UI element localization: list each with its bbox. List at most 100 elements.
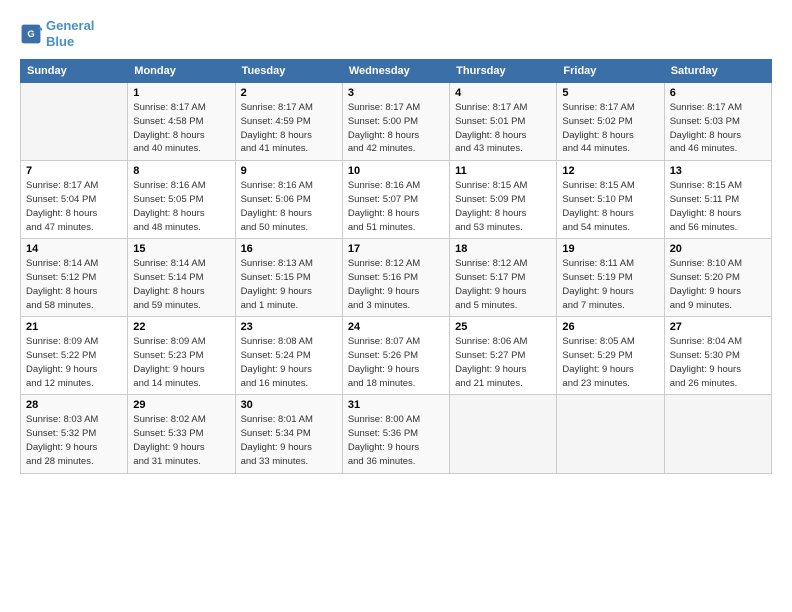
day-info: Sunrise: 8:09 AMSunset: 5:22 PMDaylight:… [26,335,122,390]
calendar-cell: 29 Sunrise: 8:02 AMSunset: 5:33 PMDayligh… [128,395,235,473]
calendar-cell: 7 Sunrise: 8:17 AMSunset: 5:04 PMDaylight… [21,161,128,239]
calendar-cell: 8 Sunrise: 8:16 AMSunset: 5:05 PMDaylight… [128,161,235,239]
day-number: 18 [455,243,551,255]
calendar-cell: 28 Sunrise: 8:03 AMSunset: 5:32 PMDayligh… [21,395,128,473]
day-number: 27 [670,321,766,333]
day-number: 15 [133,243,229,255]
calendar-cell: 13Sunrise: 8:15 AMSunset: 5:11 PMDayligh… [664,161,771,239]
page-header: G General Blue [20,18,772,49]
day-info: Sunrise: 8:16 AMSunset: 5:07 PMDaylight:… [348,179,444,234]
calendar-cell: 1 Sunrise: 8:17 AMSunset: 4:58 PMDaylight… [128,83,235,161]
col-header-saturday: Saturday [664,60,771,83]
calendar-table: SundayMondayTuesdayWednesdayThursdayFrid… [20,59,772,473]
day-number: 23 [241,321,337,333]
day-info: Sunrise: 8:06 AMSunset: 5:27 PMDaylight:… [455,335,551,390]
calendar-cell: 10 Sunrise: 8:16 AMSunset: 5:07 PMDayligh… [342,161,449,239]
day-number: 22 [133,321,229,333]
day-info: Sunrise: 8:16 AMSunset: 5:06 PMDaylight:… [241,179,337,234]
day-info: Sunrise: 8:17 AMSunset: 4:59 PMDaylight:… [241,101,337,156]
day-number: 4 [455,87,551,99]
day-number: 31 [348,399,444,411]
day-number: 19 [562,243,658,255]
calendar-cell: 3 Sunrise: 8:17 AMSunset: 5:00 PMDaylight… [342,83,449,161]
col-header-thursday: Thursday [450,60,557,83]
day-number: 2 [241,87,337,99]
day-number: 16 [241,243,337,255]
day-number: 1 [133,87,229,99]
day-number: 3 [348,87,444,99]
day-info: Sunrise: 8:17 AMSunset: 5:03 PMDaylight:… [670,101,766,156]
day-number: 5 [562,87,658,99]
day-number: 20 [670,243,766,255]
day-info: Sunrise: 8:01 AMSunset: 5:34 PMDaylight:… [241,413,337,468]
day-info: Sunrise: 8:14 AMSunset: 5:14 PMDaylight:… [133,257,229,312]
calendar-cell [21,83,128,161]
calendar-cell: 14 Sunrise: 8:14 AMSunset: 5:12 PMDayligh… [21,239,128,317]
day-info: Sunrise: 8:03 AMSunset: 5:32 PMDaylight:… [26,413,122,468]
day-info: Sunrise: 8:17 AMSunset: 5:04 PMDaylight:… [26,179,122,234]
calendar-cell: 25 Sunrise: 8:06 AMSunset: 5:27 PMDayligh… [450,317,557,395]
day-number: 10 [348,165,444,177]
day-info: Sunrise: 8:17 AMSunset: 5:00 PMDaylight:… [348,101,444,156]
svg-text:G: G [27,28,34,39]
day-info: Sunrise: 8:12 AMSunset: 5:16 PMDaylight:… [348,257,444,312]
day-info: Sunrise: 8:17 AMSunset: 5:01 PMDaylight:… [455,101,551,156]
day-number: 26 [562,321,658,333]
calendar-cell: 17 Sunrise: 8:12 AMSunset: 5:16 PMDayligh… [342,239,449,317]
day-info: Sunrise: 8:17 AMSunset: 4:58 PMDaylight:… [133,101,229,156]
day-number: 29 [133,399,229,411]
calendar-cell: 21 Sunrise: 8:09 AMSunset: 5:22 PMDayligh… [21,317,128,395]
day-info: Sunrise: 8:15 AMSunset: 5:09 PMDaylight:… [455,179,551,234]
day-number: 11 [455,165,551,177]
calendar-cell [557,395,664,473]
calendar-cell: 2 Sunrise: 8:17 AMSunset: 4:59 PMDaylight… [235,83,342,161]
day-info: Sunrise: 8:07 AMSunset: 5:26 PMDaylight:… [348,335,444,390]
calendar-cell: 22 Sunrise: 8:09 AMSunset: 5:23 PMDayligh… [128,317,235,395]
calendar-cell: 31 Sunrise: 8:00 AMSunset: 5:36 PMDayligh… [342,395,449,473]
day-number: 30 [241,399,337,411]
calendar-cell: 9 Sunrise: 8:16 AMSunset: 5:06 PMDaylight… [235,161,342,239]
day-info: Sunrise: 8:08 AMSunset: 5:24 PMDaylight:… [241,335,337,390]
calendar-cell: 26 Sunrise: 8:05 AMSunset: 5:29 PMDayligh… [557,317,664,395]
calendar-cell: 5Sunrise: 8:17 AMSunset: 5:02 PMDaylight… [557,83,664,161]
logo-text: General Blue [46,18,94,49]
calendar-cell: 23 Sunrise: 8:08 AMSunset: 5:24 PMDayligh… [235,317,342,395]
calendar-cell: 19 Sunrise: 8:11 AMSunset: 5:19 PMDayligh… [557,239,664,317]
calendar-cell [450,395,557,473]
day-info: Sunrise: 8:11 AMSunset: 5:19 PMDaylight:… [562,257,658,312]
day-info: Sunrise: 8:05 AMSunset: 5:29 PMDaylight:… [562,335,658,390]
logo: G General Blue [20,18,94,49]
day-number: 12 [562,165,658,177]
day-info: Sunrise: 8:00 AMSunset: 5:36 PMDaylight:… [348,413,444,468]
col-header-tuesday: Tuesday [235,60,342,83]
day-number: 17 [348,243,444,255]
day-info: Sunrise: 8:02 AMSunset: 5:33 PMDaylight:… [133,413,229,468]
day-number: 28 [26,399,122,411]
calendar-cell: 18 Sunrise: 8:12 AMSunset: 5:17 PMDayligh… [450,239,557,317]
calendar-cell: 16Sunrise: 8:13 AMSunset: 5:15 PMDayligh… [235,239,342,317]
col-header-monday: Monday [128,60,235,83]
calendar-cell: 20 Sunrise: 8:10 AMSunset: 5:20 PMDayligh… [664,239,771,317]
calendar-cell: 24 Sunrise: 8:07 AMSunset: 5:26 PMDayligh… [342,317,449,395]
day-number: 8 [133,165,229,177]
day-info: Sunrise: 8:09 AMSunset: 5:23 PMDaylight:… [133,335,229,390]
day-number: 7 [26,165,122,177]
col-header-wednesday: Wednesday [342,60,449,83]
calendar-cell: 12 Sunrise: 8:15 AMSunset: 5:10 PMDayligh… [557,161,664,239]
calendar-cell: 15 Sunrise: 8:14 AMSunset: 5:14 PMDayligh… [128,239,235,317]
calendar-cell: 27Sunrise: 8:04 AMSunset: 5:30 PMDayligh… [664,317,771,395]
day-number: 9 [241,165,337,177]
col-header-sunday: Sunday [21,60,128,83]
day-number: 24 [348,321,444,333]
day-number: 25 [455,321,551,333]
day-info: Sunrise: 8:12 AMSunset: 5:17 PMDaylight:… [455,257,551,312]
calendar-cell: 6 Sunrise: 8:17 AMSunset: 5:03 PMDaylight… [664,83,771,161]
day-info: Sunrise: 8:15 AMSunset: 5:10 PMDaylight:… [562,179,658,234]
calendar-cell [664,395,771,473]
day-number: 6 [670,87,766,99]
day-number: 21 [26,321,122,333]
day-number: 14 [26,243,122,255]
day-info: Sunrise: 8:14 AMSunset: 5:12 PMDaylight:… [26,257,122,312]
day-info: Sunrise: 8:16 AMSunset: 5:05 PMDaylight:… [133,179,229,234]
day-info: Sunrise: 8:10 AMSunset: 5:20 PMDaylight:… [670,257,766,312]
